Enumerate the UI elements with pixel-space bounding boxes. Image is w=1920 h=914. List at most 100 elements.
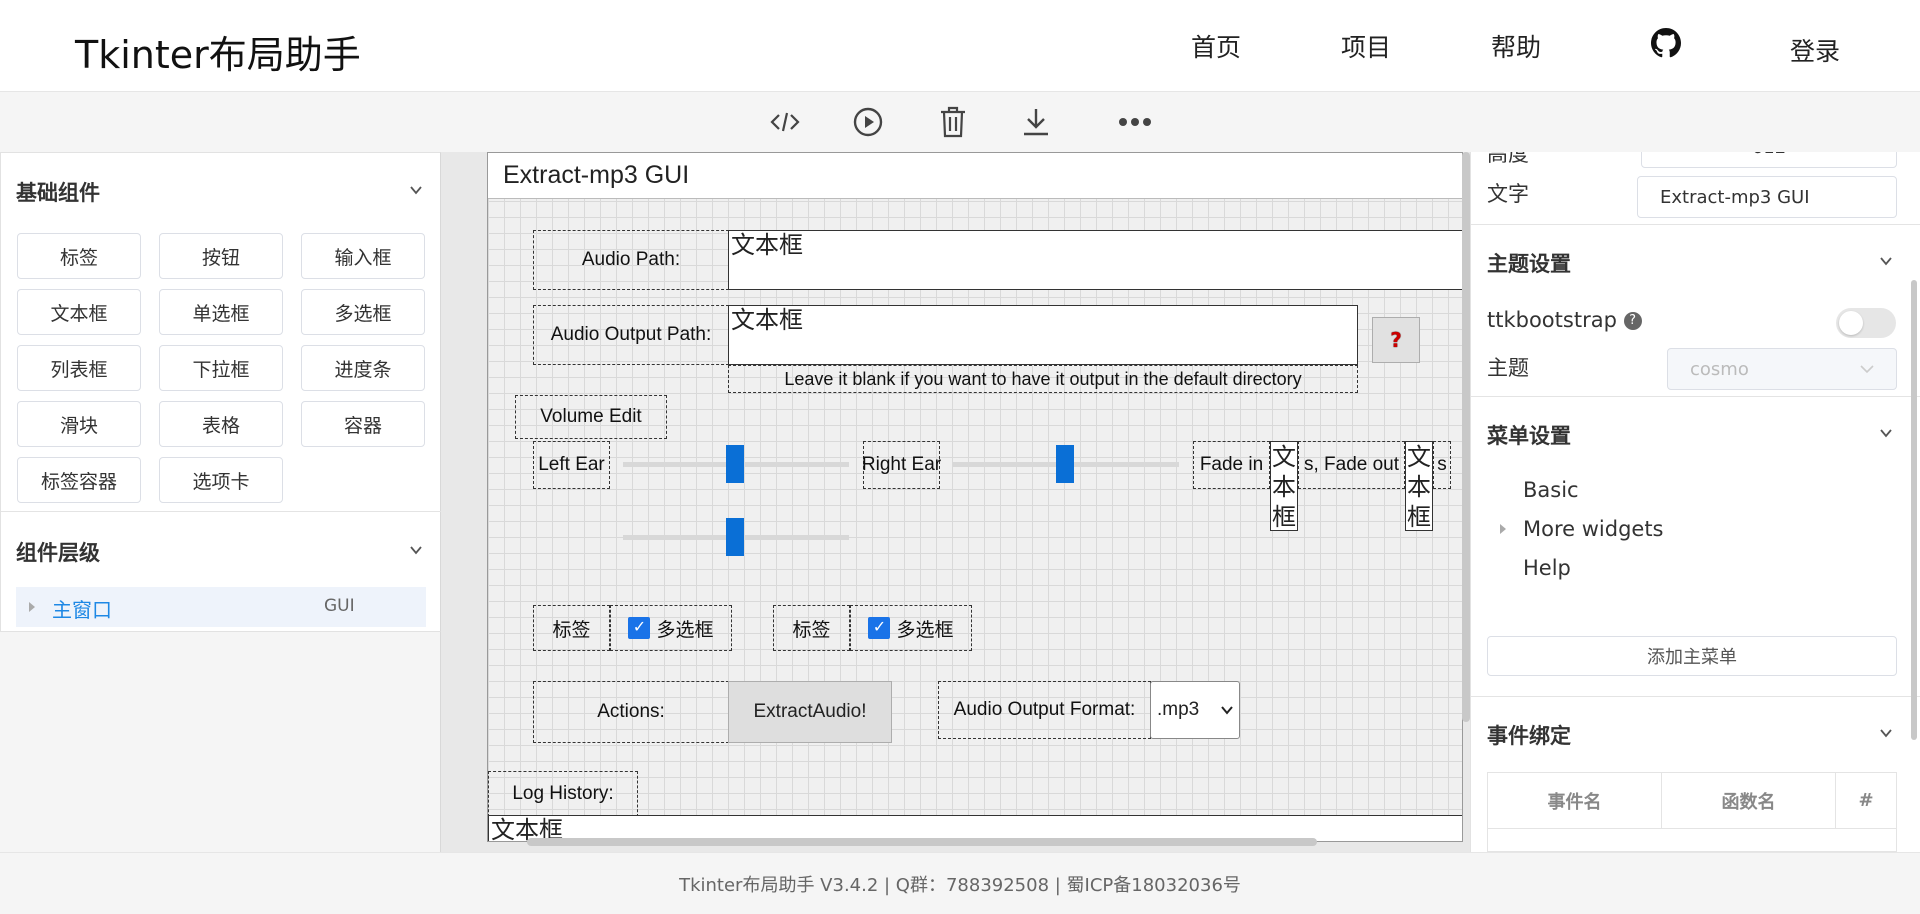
download-icon[interactable]: [1018, 104, 1054, 140]
divider: [1471, 696, 1920, 697]
function-name-header: 函数名: [1662, 773, 1836, 828]
divider: [1471, 396, 1920, 397]
theme-select[interactable]: cosmo: [1667, 348, 1897, 390]
chevron-down-icon: [1221, 706, 1233, 715]
fade-out-label[interactable]: s, Fade out: [1298, 441, 1405, 489]
comp-button[interactable]: 按钮: [159, 233, 283, 279]
chevron-down-icon[interactable]: [409, 183, 423, 197]
login-link[interactable]: 登录: [1790, 32, 1840, 68]
add-main-menu-button[interactable]: 添加主菜单: [1487, 636, 1897, 676]
left-ear-label[interactable]: Left Ear: [533, 441, 610, 489]
left-empty-area: [0, 632, 441, 852]
checkbox-widget-2[interactable]: ✓ 多选框: [850, 605, 972, 651]
log-history-label[interactable]: Log History:: [488, 771, 638, 817]
audio-path-label[interactable]: Audio Path:: [533, 230, 729, 290]
comp-frame[interactable]: 容器: [301, 401, 425, 447]
code-icon[interactable]: [767, 104, 803, 140]
properties-panel: 高度 612 文字 Extract-mp3 GUI 主题设置 ttkbootst…: [1470, 152, 1920, 852]
checkbox-checked-icon[interactable]: ✓: [868, 617, 891, 639]
volume-slider-thumb[interactable]: [726, 518, 744, 556]
comp-progressbar[interactable]: 进度条: [301, 345, 425, 391]
hierarchy-title: 组件层级: [16, 541, 100, 565]
comp-entry[interactable]: 输入框: [301, 233, 425, 279]
chevron-down-icon: [1860, 365, 1874, 374]
divider: [1488, 828, 1896, 829]
text-input[interactable]: Extract-mp3 GUI: [1637, 176, 1897, 218]
app-title: Tkinter布局助手: [75, 33, 361, 77]
event-table: 事件名 函数名 #: [1487, 772, 1897, 852]
actions-label[interactable]: Actions:: [533, 681, 729, 743]
left-ear-slider-thumb[interactable]: [726, 445, 744, 483]
comp-text[interactable]: 文本框: [17, 289, 141, 335]
nav-help[interactable]: 帮助: [1491, 28, 1541, 64]
comp-table[interactable]: 表格: [159, 401, 283, 447]
audio-output-label[interactable]: Audio Output Path:: [533, 305, 729, 365]
audio-path-text[interactable]: 文本框: [728, 230, 1462, 290]
checkbox-checked-icon[interactable]: ✓: [628, 617, 651, 639]
height-input[interactable]: 612: [1641, 152, 1897, 168]
help-circle-icon[interactable]: ?: [1623, 312, 1642, 330]
default-dir-hint[interactable]: Leave it blank if you want to have it ou…: [728, 365, 1358, 393]
footer-text: Tkinter布局助手 V3.4.2 | Q群：788392508 | 蜀ICP…: [679, 874, 1241, 896]
chevron-down-icon[interactable]: [1879, 254, 1893, 268]
comp-combobox[interactable]: 下拉框: [159, 345, 283, 391]
comp-notebook[interactable]: 选项卡: [159, 457, 283, 503]
question-icon: ?: [1390, 328, 1402, 352]
menu-item-basic[interactable]: Basic: [1523, 478, 1579, 502]
play-icon[interactable]: [850, 104, 886, 140]
checkbox-label-1: 多选框: [656, 619, 714, 641]
comp-radio[interactable]: 单选框: [159, 289, 283, 335]
fade-out-text[interactable]: 文本框: [1405, 441, 1433, 531]
right-ear-label[interactable]: Right Ear: [862, 441, 941, 489]
index-header: #: [1858, 790, 1874, 811]
fade-in-text[interactable]: 文本框: [1270, 441, 1298, 531]
right-panel-scrollbar[interactable]: [1911, 280, 1917, 740]
extract-audio-button[interactable]: ExtractAudio!: [728, 681, 892, 743]
comp-labelframe[interactable]: 标签容器: [17, 457, 141, 503]
ttkbootstrap-label: ttkbootstrap ?: [1487, 308, 1642, 332]
nav-projects[interactable]: 项目: [1341, 28, 1391, 64]
comp-label[interactable]: 标签: [17, 233, 141, 279]
format-select-value: .mp3: [1157, 699, 1200, 720]
footer: Tkinter布局助手 V3.4.2 | Q群：788392508 | 蜀ICP…: [0, 852, 1920, 914]
comp-scale[interactable]: 滑块: [17, 401, 141, 447]
height-label: 高度: [1487, 152, 1529, 166]
menu-item-more-widgets[interactable]: More widgets: [1523, 517, 1664, 541]
github-icon[interactable]: [1651, 28, 1681, 58]
form-title: Extract-mp3 GUI: [488, 153, 1462, 199]
chevron-down-icon[interactable]: [1879, 726, 1893, 740]
fade-in-label[interactable]: Fade in: [1193, 441, 1270, 489]
tree-row-main-window[interactable]: 主窗口 GUI: [16, 587, 426, 627]
ttkbootstrap-toggle[interactable]: [1836, 308, 1896, 338]
format-label[interactable]: Audio Output Format:: [938, 681, 1151, 739]
height-value: 612: [1752, 152, 1786, 158]
checkbox-widget-1[interactable]: ✓ 多选框: [610, 605, 732, 651]
theme-value: cosmo: [1690, 358, 1749, 380]
comp-listbox[interactable]: 列表框: [17, 345, 141, 391]
menu-settings-title: 菜单设置: [1487, 424, 1571, 448]
seconds-label[interactable]: s: [1433, 441, 1451, 489]
label-widget-2[interactable]: 标签: [773, 605, 850, 651]
canvas-horizontal-scrollbar[interactable]: [527, 838, 1317, 846]
menu-item-help[interactable]: Help: [1523, 556, 1571, 580]
top-header: Tkinter布局助手 首页 项目 帮助 登录: [0, 0, 1920, 92]
audio-output-text[interactable]: 文本框: [728, 305, 1358, 365]
volume-edit-label[interactable]: Volume Edit: [515, 395, 667, 439]
divider: [1471, 224, 1920, 225]
basic-components-title: 基础组件: [16, 181, 100, 205]
caret-right-icon[interactable]: [1499, 524, 1507, 534]
trash-icon[interactable]: [935, 104, 971, 140]
comp-checkbox[interactable]: 多选框: [301, 289, 425, 335]
label-widget-1[interactable]: 标签: [533, 605, 610, 651]
caret-right-icon[interactable]: [28, 602, 36, 612]
nav-home[interactable]: 首页: [1191, 28, 1241, 64]
right-ear-slider-thumb[interactable]: [1056, 445, 1074, 483]
gui-form-window[interactable]: Extract-mp3 GUI Audio Path: 文本框 Audio Ou…: [487, 152, 1463, 842]
chevron-down-icon[interactable]: [1879, 426, 1893, 440]
component-panel: 基础组件 标签 按钮 输入框 文本框 单选框 多选框 列表框 下拉框 进度条 滑…: [0, 152, 441, 632]
format-select[interactable]: .mp3: [1150, 681, 1240, 739]
canvas-vertical-scrollbar[interactable]: [1462, 152, 1470, 722]
help-button[interactable]: ?: [1372, 317, 1420, 363]
chevron-down-icon[interactable]: [409, 543, 423, 557]
more-icon[interactable]: [1117, 104, 1153, 140]
